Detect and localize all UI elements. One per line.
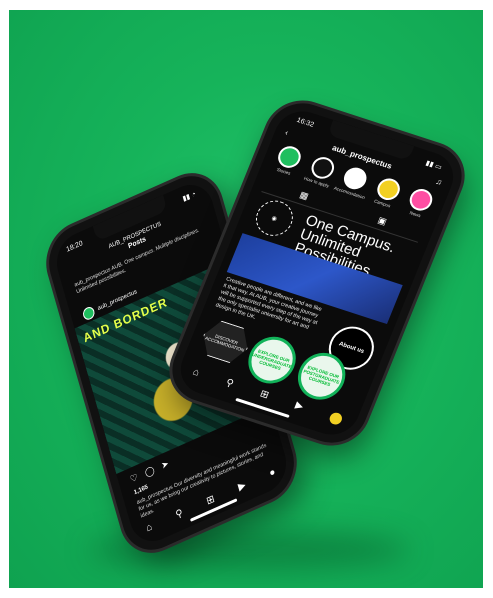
home-icon[interactable]: ⌂ bbox=[145, 521, 154, 534]
product-photo: 18:20 ▮▮ ◔ AUB_PROSPECTUS Posts aub_pros… bbox=[9, 10, 483, 588]
accommodation-tile[interactable]: DISCOVER ACCOMMODATION bbox=[196, 317, 254, 366]
add-icon[interactable]: ⊞ bbox=[258, 388, 270, 402]
comment-icon[interactable]: ◯ bbox=[144, 464, 156, 479]
profile-icon[interactable]: ● bbox=[268, 466, 277, 479]
share-icon[interactable]: ➤ bbox=[160, 458, 170, 472]
highlight-stories[interactable]: Stories bbox=[268, 142, 307, 178]
front-phone: 16:32 ▮▮ ▭ ‹ aub_prospectus ♫ Stories Ho… bbox=[162, 94, 472, 452]
heart-icon[interactable]: ♡ bbox=[129, 472, 139, 486]
highlight-accommodation[interactable]: Accommodation bbox=[333, 164, 373, 200]
back-arrow-icon[interactable]: ‹ bbox=[284, 128, 290, 137]
highlight-news[interactable]: News bbox=[400, 185, 439, 221]
search-icon[interactable]: ⚲ bbox=[175, 508, 185, 522]
reels-icon[interactable]: ▶ bbox=[237, 480, 247, 494]
front-phone-screen: 16:32 ▮▮ ▭ ‹ aub_prospectus ♫ Stories Ho… bbox=[172, 104, 462, 442]
profile-icon[interactable] bbox=[327, 411, 344, 427]
logo-stamp-icon: ◉ bbox=[250, 195, 299, 241]
highlight-label: Stories bbox=[275, 166, 292, 176]
add-icon[interactable]: ⊞ bbox=[205, 493, 216, 507]
back-status-time: 18:20 bbox=[65, 239, 84, 254]
grid-icon[interactable]: ▦ bbox=[298, 189, 310, 202]
signal-icon: ▮▮ ◔ bbox=[182, 190, 197, 204]
reels-icon[interactable]: ▶ bbox=[293, 400, 305, 414]
highlight-label: News bbox=[408, 210, 422, 219]
front-status-time: 16:32 bbox=[295, 116, 315, 129]
bell-icon[interactable]: ♫ bbox=[434, 177, 443, 187]
home-icon[interactable]: ⌂ bbox=[191, 367, 201, 380]
tagged-icon[interactable]: ▣ bbox=[376, 215, 388, 228]
highlight-how-to-apply[interactable]: How to apply bbox=[301, 153, 340, 189]
search-icon[interactable]: ⚲ bbox=[224, 377, 235, 390]
explore-undergraduate-tile[interactable]: EXPLORE OUR UNDERGRADUATE COURSES bbox=[241, 330, 304, 390]
battery-icon: ▮▮ ▭ bbox=[424, 159, 443, 172]
highlight-campus[interactable]: Campus bbox=[367, 174, 406, 210]
